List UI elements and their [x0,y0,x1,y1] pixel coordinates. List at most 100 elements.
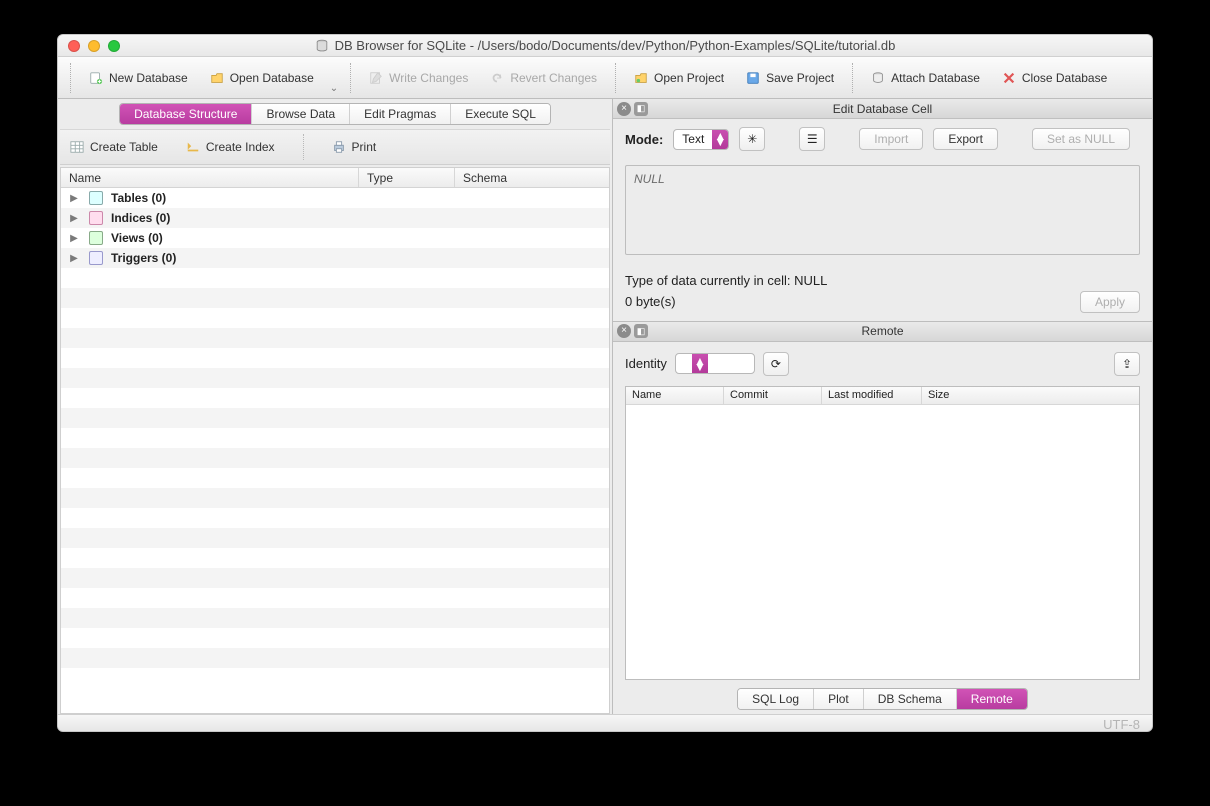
tree-empty-row [61,468,609,488]
tree-item-indices[interactable]: ▶Indices (0) [61,208,609,228]
tab-browse-data[interactable]: Browse Data [252,104,350,124]
cell-info: Type of data currently in cell: NULL 0 b… [625,271,827,313]
zoom-window-icon[interactable] [108,40,120,52]
app-window: DB Browser for SQLite - /Users/bodo/Docu… [57,34,1153,732]
refresh-remote-button[interactable]: ⟳ [763,352,789,376]
edit-cell-panel-header[interactable]: × ◧ Edit Database Cell [613,99,1152,119]
tab-edit-pragmas[interactable]: Edit Pragmas [350,104,451,124]
toolbar-separator [70,63,71,93]
edit-cell-title: Edit Database Cell [613,102,1152,116]
tab-plot[interactable]: Plot [814,689,864,709]
minimize-window-icon[interactable] [88,40,100,52]
tab-execute-sql[interactable]: Execute SQL [451,104,550,124]
tree-empty-row [61,588,609,608]
disclosure-icon[interactable]: ▶ [69,233,79,244]
structure-tree[interactable]: Name Type Schema ▶ Tables (0) ▶Indices (0… [60,167,610,714]
create-index-label: Create Index [206,140,275,154]
tree-empty-row [61,448,609,468]
indent-button[interactable]: ☰ [799,127,825,151]
remote-col-commit[interactable]: Commit [724,387,822,404]
revert-icon [490,71,504,85]
remote-col-name[interactable]: Name [626,387,724,404]
structure-toolbar: Create Table Create Index Print [60,129,610,165]
remote-table[interactable]: Name Commit Last modified Size [625,386,1140,680]
cell-type-text: Type of data currently in cell: NULL [625,271,827,292]
remote-col-size[interactable]: Size [922,387,1139,404]
disclosure-icon[interactable]: ▶ [69,253,79,264]
col-schema[interactable]: Schema [455,168,609,187]
attach-database-button[interactable]: Attach Database [861,67,990,89]
status-bar: UTF-8 [58,714,1152,732]
tree-empty-row [61,428,609,448]
col-type[interactable]: Type [359,168,455,187]
set-null-button: Set as NULL [1032,128,1130,150]
edit-cell-panel: Mode: Text ▲▼ ✳ ☰ Import Export Set as N… [613,119,1152,321]
close-database-button[interactable]: Close Database [992,67,1117,89]
tree-empty-row [61,348,609,368]
panel-close-icon[interactable]: × [617,324,631,338]
tab-sql-log[interactable]: SQL Log [738,689,814,709]
open-database-button[interactable]: Open Database [200,67,324,89]
disclosure-icon[interactable]: ▶ [69,213,79,224]
create-table-button[interactable]: Create Table [70,140,158,154]
tree-empty-row [61,268,609,288]
trigger-group-icon [89,251,103,265]
remote-panel-header[interactable]: × ◧ Remote [613,322,1152,342]
select-knob-icon: ▲▼ [692,354,708,373]
right-pane: × ◧ Edit Database Cell Mode: Text ▲▼ ✳ ☰… [612,99,1152,714]
format-button[interactable]: ✳ [739,127,765,151]
open-db-icon [210,71,224,85]
tree-item-label: Views (0) [111,231,163,245]
create-index-button[interactable]: Create Index [186,140,275,154]
write-changes-button: Write Changes [359,67,478,89]
tab-remote[interactable]: Remote [957,689,1027,709]
tab-db-schema[interactable]: DB Schema [864,689,957,709]
tree-item-label: Tables (0) [111,191,166,205]
index-icon [186,140,200,154]
tree-empty-row [61,308,609,328]
apply-button: Apply [1080,291,1140,313]
tree-empty-row [61,488,609,508]
print-button[interactable]: Print [332,140,377,154]
mode-select[interactable]: Text ▲▼ [673,129,729,150]
tree-empty-row [61,328,609,348]
toolbar-separator [852,63,853,93]
window-controls [58,40,120,52]
save-project-icon [746,71,760,85]
tree-empty-row [61,528,609,548]
tree-empty-row [61,648,609,668]
tree-item-views[interactable]: ▶ Views (0) [61,228,609,248]
col-name[interactable]: Name [61,168,359,187]
save-project-button[interactable]: Save Project [736,67,844,89]
select-knob-icon: ▲▼ [712,130,728,149]
view-group-icon [89,231,103,245]
attach-db-icon [871,71,885,85]
close-window-icon[interactable] [68,40,80,52]
tree-item-tables[interactable]: ▶ Tables (0) [61,188,609,208]
open-database-dropdown-icon[interactable]: ⌄ [326,83,342,94]
left-pane: Database Structure Browse Data Edit Prag… [58,99,612,714]
tree-empty-row [61,508,609,528]
indent-icon: ☰ [807,132,818,146]
tab-database-structure[interactable]: Database Structure [120,104,252,124]
new-database-button[interactable]: New Database [79,67,198,89]
panel-popout-icon[interactable]: ◧ [634,102,648,116]
open-project-button[interactable]: Open Project [624,67,734,89]
remote-col-modified[interactable]: Last modified [822,387,922,404]
save-project-label: Save Project [766,71,834,85]
disclosure-icon[interactable]: ▶ [69,193,79,204]
identity-select[interactable]: ▲▼ [675,353,755,374]
panel-close-icon[interactable]: × [617,102,631,116]
panel-popout-icon[interactable]: ◧ [634,324,648,338]
cell-editor[interactable]: NULL [625,165,1140,255]
toolbar-separator [615,63,616,93]
open-database-label: Open Database [230,71,314,85]
tree-empty-row [61,608,609,628]
table-icon [70,140,84,154]
export-button[interactable]: Export [933,128,998,150]
tree-item-triggers[interactable]: ▶Triggers (0) [61,248,609,268]
tree-empty-row [61,628,609,648]
titlebar[interactable]: DB Browser for SQLite - /Users/bodo/Docu… [58,35,1152,57]
push-remote-button[interactable]: ⇪ [1114,352,1140,376]
mode-label: Mode: [625,132,663,147]
